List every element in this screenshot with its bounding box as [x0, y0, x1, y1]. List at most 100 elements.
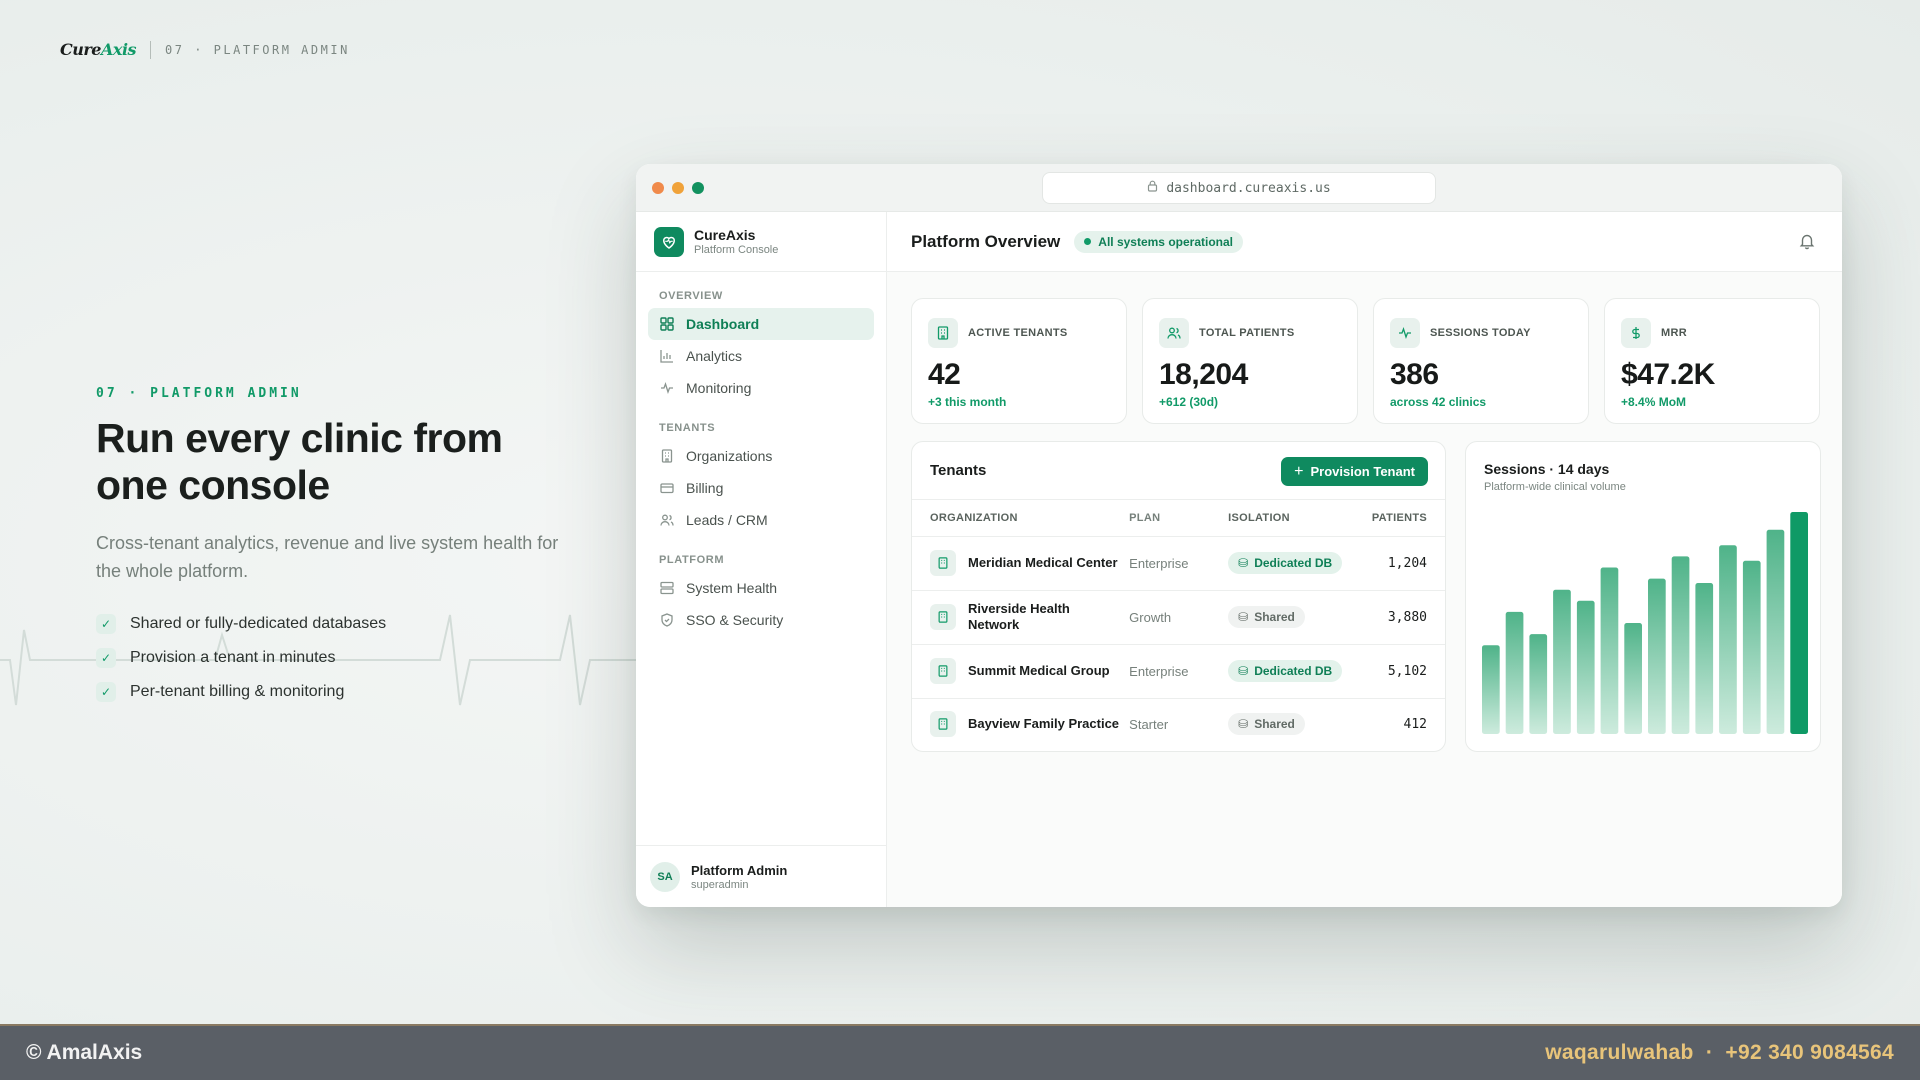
org-name: Meridian Medical Center	[968, 555, 1118, 570]
address-url: dashboard.cureaxis.us	[1166, 180, 1331, 196]
bottom-credit-bar: © AmalAxis waqarulwahab · +92 340 908456…	[0, 1024, 1920, 1080]
isolation-badge: ⛁ Shared	[1228, 606, 1305, 628]
hero-headline: Run every clinic from one console	[96, 415, 503, 508]
sidebar-item-leads-crm[interactable]: Leads / CRM	[648, 504, 874, 536]
building-icon	[930, 711, 956, 738]
patients-cell: 5,102	[1371, 644, 1445, 699]
slide: CureAxis 07 · PLATFORM ADMIN 07 · PLATFO…	[0, 0, 1920, 1024]
sidebar-item-sso-security[interactable]: SSO & Security	[648, 604, 874, 636]
stat-label: SESSIONS TODAY	[1430, 327, 1531, 339]
sidebar-item-organizations[interactable]: Organizations	[648, 440, 874, 472]
check-icon: ✓	[96, 648, 116, 668]
user-role: superadmin	[691, 878, 749, 891]
sidebar-item-monitoring[interactable]: Monitoring	[648, 372, 874, 404]
column-header[interactable]: ORGANIZATION	[912, 500, 1130, 537]
app: CureAxis Platform Console OVERVIEW Dashb…	[636, 212, 1842, 907]
sidebar-item-billing[interactable]: Billing	[648, 472, 874, 504]
column-header[interactable]: PATIENTS	[1371, 500, 1445, 537]
page-title: Platform Overview	[911, 231, 1061, 251]
building-icon	[930, 658, 956, 684]
lock-icon	[1147, 180, 1158, 196]
chart-bar	[1719, 545, 1737, 734]
sidebar-item-system-health[interactable]: System Health	[648, 572, 874, 604]
sidebar-user-footer[interactable]: SA Platform Admin superadmin	[636, 845, 886, 907]
tenants-table: ORGANIZATION PLAN ISOLATION PATIENTS Mer…	[912, 500, 1445, 750]
main-content: Platform Overview All systems operationa…	[887, 212, 1842, 907]
address-bar[interactable]: dashboard.cureaxis.us	[1042, 172, 1436, 204]
avatar: SA	[650, 861, 680, 892]
stat-delta: across 42 clinics	[1390, 395, 1487, 409]
users-icon	[1159, 318, 1189, 348]
chart-bar	[1576, 600, 1595, 734]
sidebar-item-dashboard[interactable]: Dashboard	[648, 308, 874, 340]
patients-cell: 412	[1403, 716, 1427, 732]
column-header[interactable]: ISOLATION	[1228, 500, 1372, 537]
pulse-icon	[659, 380, 675, 396]
provision-tenant-button[interactable]: + Provision Tenant	[1281, 457, 1428, 486]
hero-subline: Cross-tenant analytics, revenue and live…	[96, 533, 559, 581]
bell-icon[interactable]	[1798, 232, 1818, 252]
heart-logo-icon	[654, 226, 684, 257]
users-icon	[659, 512, 675, 528]
building-icon	[928, 318, 958, 348]
plan-cell: Enterprise	[1129, 536, 1229, 591]
sidebar-section-overview: OVERVIEW	[659, 290, 723, 302]
chart-subtitle: Platform-wide clinical volume	[1484, 481, 1626, 493]
copyright-text: © AmalAxis	[26, 1041, 143, 1064]
feature-item: ✓ Shared or fully-dedicated databases	[96, 607, 566, 641]
feature-item: ✓ Per-tenant billing & monitoring	[96, 675, 566, 709]
org-name: Riverside Health Network	[968, 601, 1070, 632]
hero: 07 · PLATFORM ADMIN Run every clinic fro…	[96, 386, 566, 709]
chart-bar	[1742, 560, 1761, 734]
chart-bar	[1766, 529, 1785, 734]
plan-cell: Growth	[1129, 590, 1229, 645]
chart-bar	[1624, 623, 1642, 734]
status-dot-icon	[1084, 238, 1092, 245]
maximize-window-dot[interactable]	[692, 182, 704, 194]
stat-label: ACTIVE TENANTS	[968, 327, 1068, 339]
table-row[interactable]: Bayview Family Practice Starter ⛁ Shared …	[912, 698, 1445, 750]
tenants-title: Tenants	[930, 462, 987, 479]
sidebar-app-subtitle: Platform Console	[694, 244, 779, 256]
brand: CureAxis 07 · PLATFORM ADMIN	[60, 40, 350, 59]
stat-value: 18,204	[1159, 358, 1248, 391]
table-row[interactable]: Meridian Medical Center Enterprise ⛁ Dedi…	[912, 536, 1445, 591]
chart-bar	[1505, 611, 1524, 734]
sidebar-section-platform: PLATFORM	[659, 554, 725, 566]
brand-tag: 07 · PLATFORM ADMIN	[165, 42, 350, 57]
sidebar-section-tenants: TENANTS	[659, 422, 716, 434]
check-icon: ✓	[96, 682, 116, 702]
database-icon: ⛁	[1238, 610, 1249, 624]
stat-label: TOTAL PATIENTS	[1199, 327, 1295, 339]
chart-bar	[1790, 512, 1808, 734]
column-header[interactable]: PLAN	[1129, 500, 1229, 537]
plan-cell: Starter	[1129, 716, 1169, 732]
sidebar: CureAxis Platform Console OVERVIEW Dashb…	[636, 212, 887, 907]
patients-cell: 3,880	[1371, 590, 1445, 645]
stat-card-active-tenants: ACTIVE TENANTS 42 +3 this month	[911, 298, 1127, 424]
close-window-dot[interactable]	[652, 182, 664, 194]
sidebar-item-analytics[interactable]: Analytics	[648, 340, 874, 372]
database-icon: ⛁	[1238, 664, 1249, 678]
shield-icon	[659, 612, 675, 628]
minimize-window-dot[interactable]	[672, 182, 684, 194]
brand-logo: CureAxis	[60, 40, 137, 59]
patients-cell: 1,204	[1371, 536, 1445, 591]
database-icon: ⛁	[1238, 556, 1249, 570]
table-row[interactable]: Riverside Health Network Growth ⛁ Shared …	[912, 590, 1445, 645]
feature-item: ✓ Provision a tenant in minutes	[96, 641, 566, 675]
org-name: Summit Medical Group	[968, 663, 1110, 678]
stat-card-sessions-today: SESSIONS TODAY 386 across 42 clinics	[1373, 298, 1589, 424]
isolation-badge: ⛁ Dedicated DB	[1228, 552, 1343, 574]
browser-chrome: dashboard.cureaxis.us	[636, 164, 1842, 212]
stat-label: MRR	[1661, 327, 1687, 339]
building-icon	[659, 448, 675, 464]
stat-delta: +612 (30d)	[1159, 395, 1219, 409]
stat-card-total-patients: TOTAL PATIENTS 18,204 +612 (30d)	[1142, 298, 1358, 424]
sidebar-app-title: CureAxis	[694, 227, 756, 243]
contact-text: waqarulwahab · +92 340 9084564	[1545, 1041, 1894, 1064]
table-row[interactable]: Summit Medical Group Enterprise ⛁ Dedicat…	[912, 644, 1445, 699]
grid-icon	[659, 316, 675, 332]
chart-bar	[1553, 589, 1571, 734]
chart-title: Sessions · 14 days	[1484, 461, 1610, 477]
